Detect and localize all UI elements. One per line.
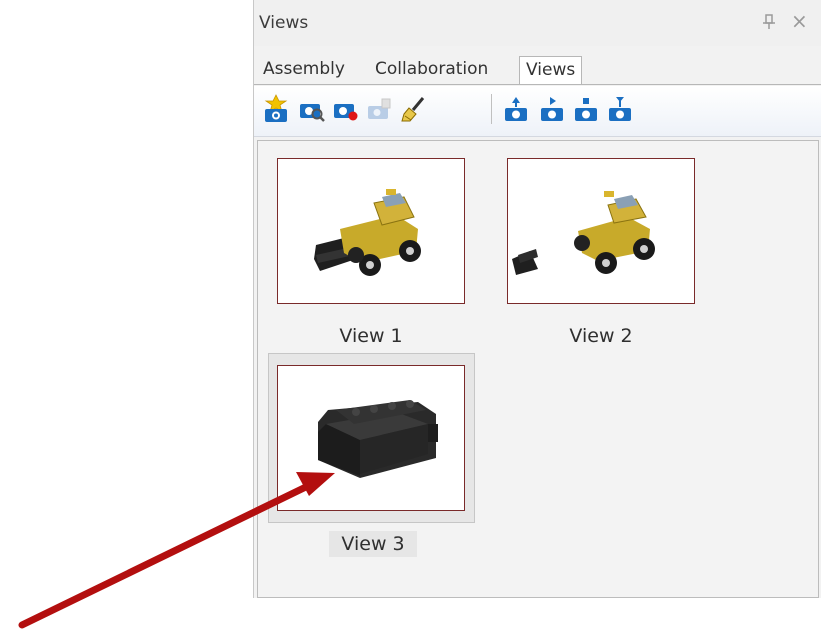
tab-views[interactable]: Views — [519, 56, 583, 84]
views-toolbar — [254, 86, 821, 137]
view-2-thumbnail[interactable] — [507, 158, 695, 304]
view-nav-icon-2[interactable] — [538, 94, 566, 124]
loader-truck-front-image — [314, 189, 421, 276]
view-nav-icon-3[interactable] — [572, 94, 600, 124]
panel-titlebar: Views × — [254, 0, 821, 46]
loader-truck-detached-bucket-image — [512, 191, 655, 275]
tab-divider — [254, 84, 821, 85]
close-icon[interactable]: × — [791, 11, 808, 31]
pin-icon[interactable] — [762, 14, 776, 30]
views-panel: Views × Assembly Collaboration Views Vie… — [253, 0, 821, 598]
view-nav-icon-1[interactable] — [502, 94, 530, 124]
tab-assembly[interactable]: Assembly — [257, 56, 351, 84]
bucket-part-image — [318, 400, 438, 478]
view-2-label[interactable]: View 2 — [507, 325, 695, 347]
disabled-view-icon — [366, 94, 394, 124]
view-nav-icon-4[interactable] — [606, 94, 634, 124]
view-3-thumbnail[interactable] — [277, 365, 465, 511]
new-view-icon[interactable] — [262, 94, 290, 124]
views-gallery: View 1 View 2 View 3 — [257, 140, 819, 598]
tab-collaboration[interactable]: Collaboration — [369, 56, 494, 84]
tab-strip: Assembly Collaboration Views — [254, 46, 821, 86]
zoom-view-icon[interactable] — [298, 94, 326, 124]
view-1-label[interactable]: View 1 — [277, 325, 465, 347]
panel-title: Views — [259, 13, 309, 33]
view-3-label[interactable]: View 3 — [329, 531, 417, 557]
brush-icon[interactable] — [399, 94, 427, 124]
toolbar-separator — [491, 94, 492, 124]
record-view-icon[interactable] — [332, 94, 360, 124]
view-1-thumbnail[interactable] — [277, 158, 465, 304]
